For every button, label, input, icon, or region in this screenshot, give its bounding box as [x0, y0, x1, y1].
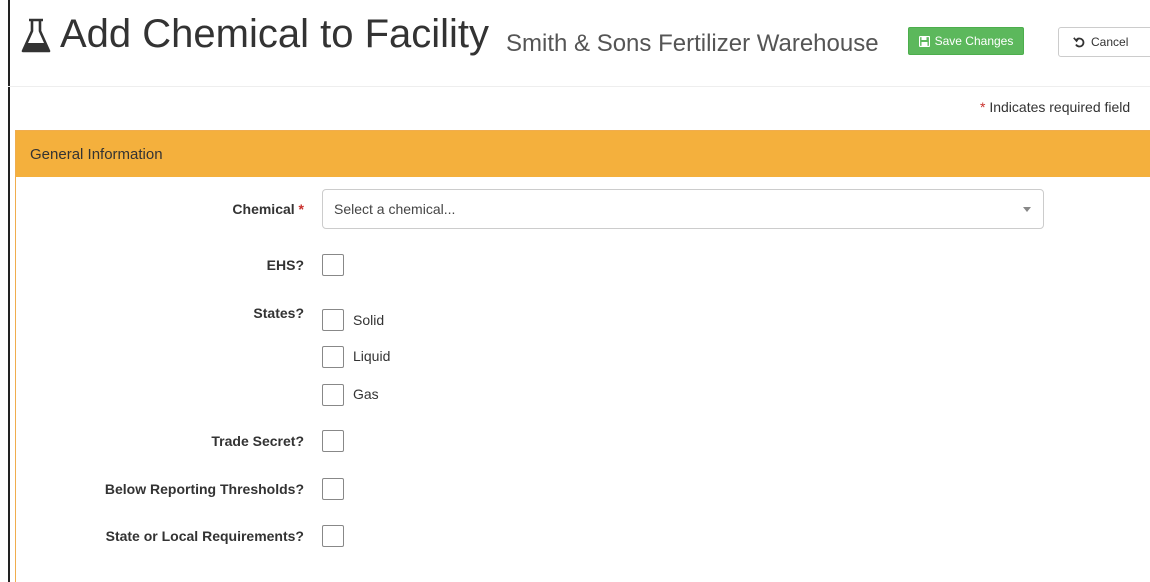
flask-icon [21, 18, 51, 53]
trade-secret-label: Trade Secret? [211, 433, 304, 449]
state-gas-label: Gas [353, 386, 379, 402]
save-changes-label: Save Changes [934, 34, 1014, 48]
ehs-label: EHS? [266, 257, 304, 273]
states-label: States? [253, 305, 304, 321]
panel-heading: General Information [16, 131, 1150, 177]
ehs-row: EHS? [16, 253, 1150, 277]
header-divider [8, 86, 1150, 87]
required-fields-note: * Indicates required field [980, 98, 1130, 116]
state-local-label: State or Local Requirements? [105, 528, 304, 544]
state-solid-label: Solid [353, 312, 385, 328]
cancel-button[interactable]: Cancel [1058, 27, 1150, 57]
states-row: States? Solid Liquid Gas [16, 301, 1150, 411]
chemical-required-star: * [298, 201, 304, 217]
chemical-label: Chemical * [232, 201, 304, 217]
state-local-checkbox[interactable] [322, 525, 344, 547]
chemical-select[interactable]: Select a chemical... [322, 189, 1044, 229]
page-title: Add Chemical to Facility [60, 12, 490, 56]
ehs-checkbox[interactable] [322, 254, 344, 276]
chemical-row: Chemical * Select a chemical... [16, 189, 1150, 231]
undo-icon [1073, 37, 1085, 48]
below-thresholds-checkbox[interactable] [322, 478, 344, 500]
floppy-disk-icon [918, 35, 930, 47]
state-solid-checkbox[interactable] [322, 309, 344, 331]
state-liquid-label: Liquid [353, 348, 391, 364]
required-note-text: Indicates required field [985, 99, 1131, 115]
state-local-row: State or Local Requirements? [16, 524, 1150, 548]
below-thresholds-label: Below Reporting Thresholds? [104, 481, 304, 497]
below-thresholds-row: Below Reporting Thresholds? [16, 477, 1150, 501]
general-information-panel: General Information Chemical * Select a … [15, 130, 1150, 582]
chemical-select-placeholder: Select a chemical... [334, 201, 456, 217]
facility-name: Smith & Sons Fertilizer Warehouse [506, 30, 879, 57]
trade-secret-row: Trade Secret? [16, 429, 1150, 453]
chemical-label-text: Chemical [232, 201, 295, 217]
cancel-label: Cancel [1091, 35, 1129, 49]
state-liquid-checkbox[interactable] [322, 346, 344, 368]
trade-secret-checkbox[interactable] [322, 430, 344, 452]
save-changes-button[interactable]: Save Changes [908, 27, 1024, 55]
state-gas-checkbox[interactable] [322, 384, 344, 406]
chevron-down-icon [1023, 207, 1031, 212]
